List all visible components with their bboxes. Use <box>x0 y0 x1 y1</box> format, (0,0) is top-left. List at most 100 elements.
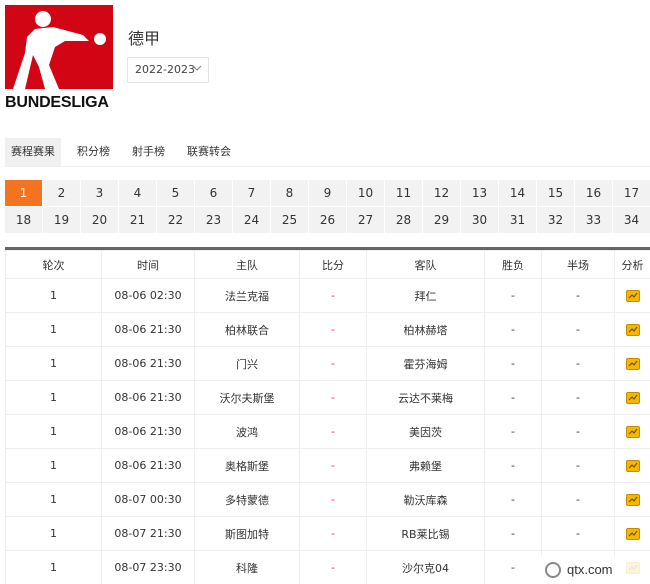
table-row[interactable]: 1 08-06 21:30 沃尔夫斯堡 - 云达不莱梅 - - <box>5 380 650 415</box>
cell-time: 08-06 21:30 <box>101 380 195 415</box>
analysis-chart-icon[interactable] <box>625 494 640 506</box>
tab-2[interactable]: 射手榜 <box>126 138 171 166</box>
cell-time: 08-06 21:30 <box>101 312 195 347</box>
cell-home[interactable]: 科隆 <box>194 550 300 584</box>
cell-score: - <box>299 312 367 347</box>
round-button-31[interactable]: 31 <box>499 207 536 233</box>
analysis-chart-icon[interactable] <box>625 358 640 370</box>
round-button-10[interactable]: 10 <box>347 180 384 206</box>
watermark-logo-icon <box>545 562 561 578</box>
season-select[interactable]: 2022-2023 <box>127 57 209 83</box>
round-button-12[interactable]: 12 <box>423 180 460 206</box>
cell-away[interactable]: 柏林赫塔 <box>366 312 485 347</box>
round-button-15[interactable]: 15 <box>537 180 574 206</box>
analysis-chart-icon[interactable] <box>625 324 640 336</box>
cell-result: - <box>484 482 542 517</box>
analysis-chart-icon[interactable] <box>625 290 640 302</box>
round-button-3[interactable]: 3 <box>81 180 118 206</box>
analysis-chart-icon[interactable] <box>625 392 640 404</box>
cell-time: 08-07 00:30 <box>101 482 195 517</box>
cell-round: 1 <box>5 312 102 347</box>
table-header-row: 轮次 时间 主队 比分 客队 胜负 半场 分析 <box>5 250 650 279</box>
cell-round: 1 <box>5 346 102 381</box>
round-button-6[interactable]: 6 <box>195 180 232 206</box>
cell-half: - <box>541 346 615 381</box>
chevron-down-icon <box>192 65 202 71</box>
cell-home[interactable]: 门兴 <box>194 346 300 381</box>
round-button-32[interactable]: 32 <box>537 207 574 233</box>
table-row[interactable]: 1 08-06 21:30 奥格斯堡 - 弗赖堡 - - <box>5 448 650 483</box>
cell-score: - <box>299 516 367 551</box>
tab-0[interactable]: 赛程赛果 <box>5 138 61 166</box>
round-button-13[interactable]: 13 <box>461 180 498 206</box>
round-button-11[interactable]: 11 <box>385 180 422 206</box>
analysis-chart-icon[interactable] <box>625 426 640 438</box>
round-button-33[interactable]: 33 <box>575 207 612 233</box>
watermark-text: qtx.com <box>567 562 613 577</box>
cell-away[interactable]: 拜仁 <box>366 278 485 313</box>
round-button-20[interactable]: 20 <box>81 207 118 233</box>
table-row[interactable]: 1 08-06 02:30 法兰克福 - 拜仁 - - <box>5 278 650 313</box>
column-header: 客队 <box>366 250 485 279</box>
round-button-17[interactable]: 17 <box>613 180 650 206</box>
round-button-8[interactable]: 8 <box>271 180 308 206</box>
round-button-2[interactable]: 2 <box>43 180 80 206</box>
round-button-21[interactable]: 21 <box>119 207 156 233</box>
table-row[interactable]: 1 08-06 21:30 柏林联合 - 柏林赫塔 - - <box>5 312 650 347</box>
round-button-28[interactable]: 28 <box>385 207 422 233</box>
round-button-4[interactable]: 4 <box>119 180 156 206</box>
cell-away[interactable]: 沙尔克04 <box>366 550 485 584</box>
round-button-16[interactable]: 16 <box>575 180 612 206</box>
logo-text: BUNDESLIGA <box>5 94 109 111</box>
cell-home[interactable]: 波鸿 <box>194 414 300 449</box>
cell-away[interactable]: 勒沃库森 <box>366 482 485 517</box>
analysis-chart-icon[interactable] <box>625 528 640 540</box>
round-button-26[interactable]: 26 <box>309 207 346 233</box>
round-button-9[interactable]: 9 <box>309 180 346 206</box>
tab-1[interactable]: 积分榜 <box>71 138 116 166</box>
cell-analysis <box>614 448 650 483</box>
round-button-34[interactable]: 34 <box>613 207 650 233</box>
cell-away[interactable]: RB莱比锡 <box>366 516 485 551</box>
round-button-30[interactable]: 30 <box>461 207 498 233</box>
tab-3[interactable]: 联赛转会 <box>181 138 237 166</box>
table-row[interactable]: 1 08-07 00:30 多特蒙德 - 勒沃库森 - - <box>5 482 650 517</box>
cell-half: - <box>541 414 615 449</box>
round-button-19[interactable]: 19 <box>43 207 80 233</box>
round-button-5[interactable]: 5 <box>157 180 194 206</box>
cell-result: - <box>484 380 542 415</box>
round-button-18[interactable]: 18 <box>5 207 42 233</box>
cell-away[interactable]: 霍芬海姆 <box>366 346 485 381</box>
player-silhouette-icon <box>13 11 106 89</box>
cell-result: - <box>484 516 542 551</box>
cell-analysis <box>614 346 650 381</box>
round-button-23[interactable]: 23 <box>195 207 232 233</box>
cell-home[interactable]: 柏林联合 <box>194 312 300 347</box>
cell-result: - <box>484 278 542 313</box>
round-button-24[interactable]: 24 <box>233 207 270 233</box>
round-button-25[interactable]: 25 <box>271 207 308 233</box>
cell-home[interactable]: 多特蒙德 <box>194 482 300 517</box>
round-button-22[interactable]: 22 <box>157 207 194 233</box>
table-row[interactable]: 1 08-06 21:30 门兴 - 霍芬海姆 - - <box>5 346 650 381</box>
cell-home[interactable]: 沃尔夫斯堡 <box>194 380 300 415</box>
cell-half: - <box>541 516 615 551</box>
table-row[interactable]: 1 08-06 21:30 波鸿 - 美因茨 - - <box>5 414 650 449</box>
analysis-chart-icon[interactable] <box>625 460 640 472</box>
cell-away[interactable]: 云达不莱梅 <box>366 380 485 415</box>
round-button-29[interactable]: 29 <box>423 207 460 233</box>
cell-analysis <box>614 482 650 517</box>
cell-home[interactable]: 法兰克福 <box>194 278 300 313</box>
round-button-7[interactable]: 7 <box>233 180 270 206</box>
fixtures-table: 轮次 时间 主队 比分 客队 胜负 半场 分析 1 08-06 02:30 法兰克福 - 拜仁 - -1 0… <box>5 250 650 584</box>
cell-home[interactable]: 斯图加特 <box>194 516 300 551</box>
round-button-14[interactable]: 14 <box>499 180 536 206</box>
round-button-27[interactable]: 27 <box>347 207 384 233</box>
cell-away[interactable]: 美因茨 <box>366 414 485 449</box>
cell-home[interactable]: 奥格斯堡 <box>194 448 300 483</box>
table-row[interactable]: 1 08-07 21:30 斯图加特 - RB莱比锡 - - <box>5 516 650 551</box>
cell-away[interactable]: 弗赖堡 <box>366 448 485 483</box>
round-button-1[interactable]: 1 <box>5 180 42 206</box>
cell-time: 08-06 02:30 <box>101 278 195 313</box>
cell-half: - <box>541 448 615 483</box>
